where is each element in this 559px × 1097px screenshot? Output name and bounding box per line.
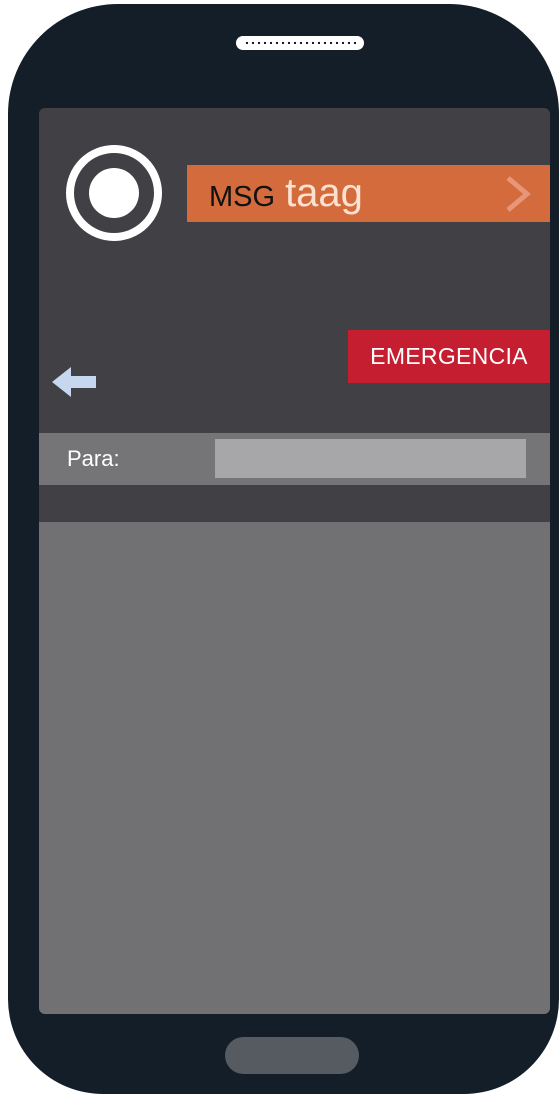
brand-prefix: MSG bbox=[209, 181, 276, 213]
logo-dot bbox=[89, 168, 139, 218]
recipient-input[interactable] bbox=[215, 439, 526, 478]
emergency-button[interactable]: EMERGENCIA bbox=[348, 330, 550, 383]
chevron-right-icon[interactable] bbox=[500, 175, 534, 213]
brand-banner[interactable]: MSG taag bbox=[187, 165, 550, 222]
recipient-label: Para: bbox=[67, 446, 120, 471]
app-logo bbox=[66, 145, 162, 241]
arrow-left-icon[interactable] bbox=[52, 365, 98, 399]
home-button[interactable] bbox=[225, 1037, 359, 1074]
speaker-grille bbox=[236, 36, 364, 50]
screen: MSG taag EMERGENCIA Para: bbox=[39, 108, 550, 1014]
brand-title: MSG taag bbox=[209, 171, 363, 216]
recipient-row: Para: bbox=[39, 433, 550, 485]
message-body-area[interactable] bbox=[39, 522, 550, 1014]
phone-frame: MSG taag EMERGENCIA Para: bbox=[8, 4, 559, 1094]
speaker-dots bbox=[244, 41, 356, 44]
brand-name: taag bbox=[285, 171, 363, 215]
